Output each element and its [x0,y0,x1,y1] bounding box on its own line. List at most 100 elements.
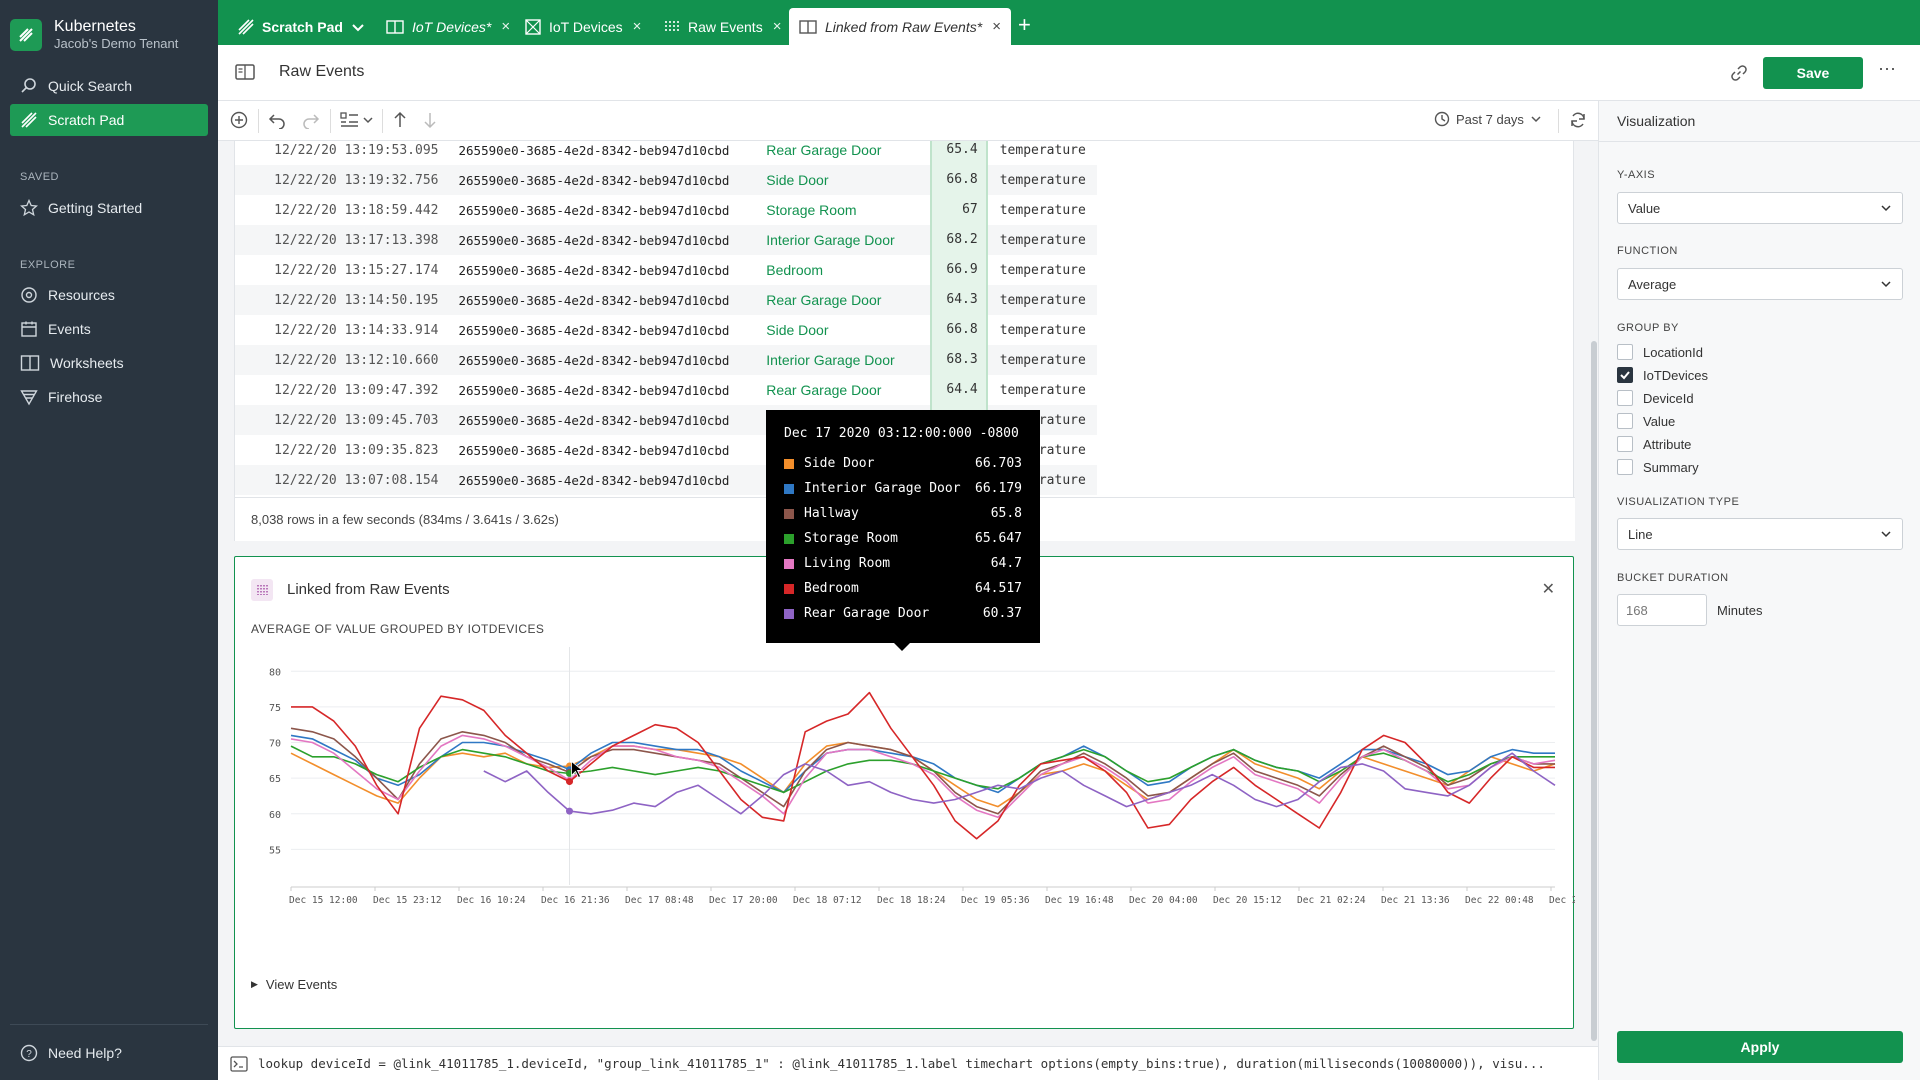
column-layout-icon[interactable] [340,111,374,129]
nav-quick-search[interactable]: Quick Search [10,70,208,102]
save-button[interactable]: Save [1763,57,1863,89]
line-chart[interactable]: 55 60 65 70 75 80 Dec 15 12:00 Dec 15 23:12 Dec … [235,647,1575,947]
scrollbar[interactable] [1591,141,1597,1046]
bucket-duration-input[interactable] [1617,594,1707,626]
x-tick-label: Dec 15 12:00 [289,895,358,906]
group-by-option[interactable]: IoTDevices [1617,367,1708,383]
group-by-option[interactable]: LocationId [1617,344,1703,360]
chevron-down-icon[interactable] [351,20,365,34]
attribute-cell: temperature [999,382,1086,398]
panel-toggle-icon[interactable] [235,63,255,81]
group-by-option[interactable]: Value [1617,413,1675,429]
tab-iot-devices-unsaved-label: IoT Devices* [412,18,492,35]
need-help-link[interactable]: ? Need Help? [10,1037,208,1069]
location-cell[interactable]: Rear Garage Door [766,292,930,308]
function-label: FUNCTION [1617,245,1678,257]
bucket-duration-label: BUCKET DURATION [1617,572,1729,584]
close-icon[interactable]: × [773,18,782,35]
nav-firehose[interactable]: Firehose [10,381,208,413]
nav-worksheets[interactable]: Worksheets [10,347,208,379]
table-row[interactable]: 12/22/20 13:17:13.398 265590e0-3685-4e2d-… [235,225,1097,255]
x-tick-label: Dec 17 08:48 [625,895,694,906]
table-row[interactable]: 12/22/20 13:15:27.174 265590e0-3685-4e2d-… [235,255,1097,285]
attribute-cell: temperature [999,232,1086,248]
group-by-option-label: Summary [1643,459,1699,475]
tab-iot-devices-unsaved[interactable]: IoT Devices* × [376,8,520,45]
viz-type-select[interactable]: Line [1617,518,1903,550]
location-cell[interactable]: Interior Garage Door [766,352,930,368]
refresh-icon[interactable] [1569,111,1587,129]
close-icon[interactable]: × [501,18,510,35]
checkbox[interactable] [1617,367,1633,383]
time-range-picker[interactable]: Past 7 days [1434,111,1542,127]
tooltip-series-value: 66.179 [975,481,1022,496]
tab-raw-events[interactable]: Raw Events × [654,8,791,45]
checkbox[interactable] [1617,390,1633,406]
link-icon[interactable] [1730,64,1748,82]
tab-iot-devices[interactable]: IoT Devices × [515,8,651,45]
add-icon[interactable] [230,111,248,129]
nav-worksheets-label: Worksheets [50,355,124,371]
nav-scratch-pad[interactable]: Scratch Pad [10,104,208,136]
table-row[interactable]: 12/22/20 13:09:47.392 265590e0-3685-4e2d-… [235,375,1097,405]
checkbox[interactable] [1617,344,1633,360]
apply-button[interactable]: Apply [1617,1031,1903,1063]
query-bar[interactable]: lookup deviceId = @link_41011785_1.devic… [218,1046,1598,1080]
add-tab-button[interactable]: + [1018,12,1031,38]
more-options-icon[interactable]: ⋯ [1878,59,1896,80]
location-cell[interactable]: Side Door [766,172,930,188]
location-cell[interactable]: Rear Garage Door [766,142,930,158]
tooltip-series-name: Bedroom [804,581,859,596]
series-line-rear-garage-door[interactable] [483,752,1556,815]
toolbar-separator [1558,109,1559,133]
location-cell[interactable]: Side Door [766,322,930,338]
location-cell[interactable]: Bedroom [766,262,930,278]
y-tick-label: 75 [269,703,281,714]
nav-events[interactable]: Events [10,313,208,345]
group-by-option-label: IoTDevices [1643,367,1709,383]
close-icon[interactable]: × [633,18,642,35]
series-swatch [784,558,794,569]
nav-getting-started[interactable]: Getting Started [10,192,208,224]
x-tick-label: Dec 16 10:24 [457,895,526,906]
table-row[interactable]: 12/22/20 13:12:10.660 265590e0-3685-4e2d-… [235,345,1097,375]
group-by-option[interactable]: Attribute [1617,436,1691,452]
group-by-option-label: LocationId [1643,344,1703,360]
undo-icon[interactable] [268,111,286,129]
close-icon[interactable]: ✕ [1542,579,1555,599]
location-cell[interactable]: Rear Garage Door [766,382,930,398]
device-id-cell: 265590e0-3685-4e2d-8342-beb947d10cbd [458,142,730,158]
close-icon[interactable]: × [992,18,1001,35]
table-row[interactable]: 12/22/20 13:18:59.442 265590e0-3685-4e2d-… [235,195,1097,225]
tab-linked-from-raw-events[interactable]: Linked from Raw Events* × [789,8,1011,45]
table-row[interactable]: 12/22/20 13:19:53.095 265590e0-3685-4e2d-… [235,141,1097,165]
group-by-option[interactable]: DeviceId [1617,390,1694,406]
arrow-up-icon[interactable] [392,111,408,129]
checkbox[interactable] [1617,459,1633,475]
arrow-down-icon[interactable] [422,111,438,129]
query-text[interactable]: lookup deviceId = @link_41011785_1.devic… [258,1056,1588,1071]
table-row[interactable]: 12/22/20 13:14:50.195 265590e0-3685-4e2d-… [235,285,1097,315]
value-cell: 66.9 [930,255,988,285]
group-by-option-label: Attribute [1643,436,1692,452]
nav-resources[interactable]: Resources [10,279,208,311]
checkbox[interactable] [1617,436,1633,452]
y-tick-label: 55 [269,845,281,856]
tab-scratch-pad[interactable]: Scratch Pad [228,8,375,45]
location-cell[interactable]: Storage Room [766,202,930,218]
group-by-option[interactable]: Summary [1617,459,1699,475]
table-row[interactable]: 12/22/20 13:19:32.756 265590e0-3685-4e2d-… [235,165,1097,195]
y-axis-select[interactable]: Value [1617,192,1903,224]
table-row[interactable]: 12/22/20 13:14:33.914 265590e0-3685-4e2d-… [235,315,1097,345]
group-by-option-label: DeviceId [1643,390,1694,406]
value-cell: 68.2 [930,225,988,255]
location-cell[interactable]: Interior Garage Door [766,232,930,248]
view-events-toggle[interactable]: ▶ View Events [251,977,337,992]
timestamp-cell: 12/22/20 13:07:08.154 [274,472,439,488]
scrollbar-thumb[interactable] [1591,341,1597,1041]
tenant-switcher[interactable]: Kubernetes Jacob's Demo Tenant [10,18,178,52]
redo-icon[interactable] [302,111,320,129]
checkbox[interactable] [1617,413,1633,429]
function-select[interactable]: Average [1617,268,1903,300]
bucket-unit-label: Minutes [1717,603,1763,618]
